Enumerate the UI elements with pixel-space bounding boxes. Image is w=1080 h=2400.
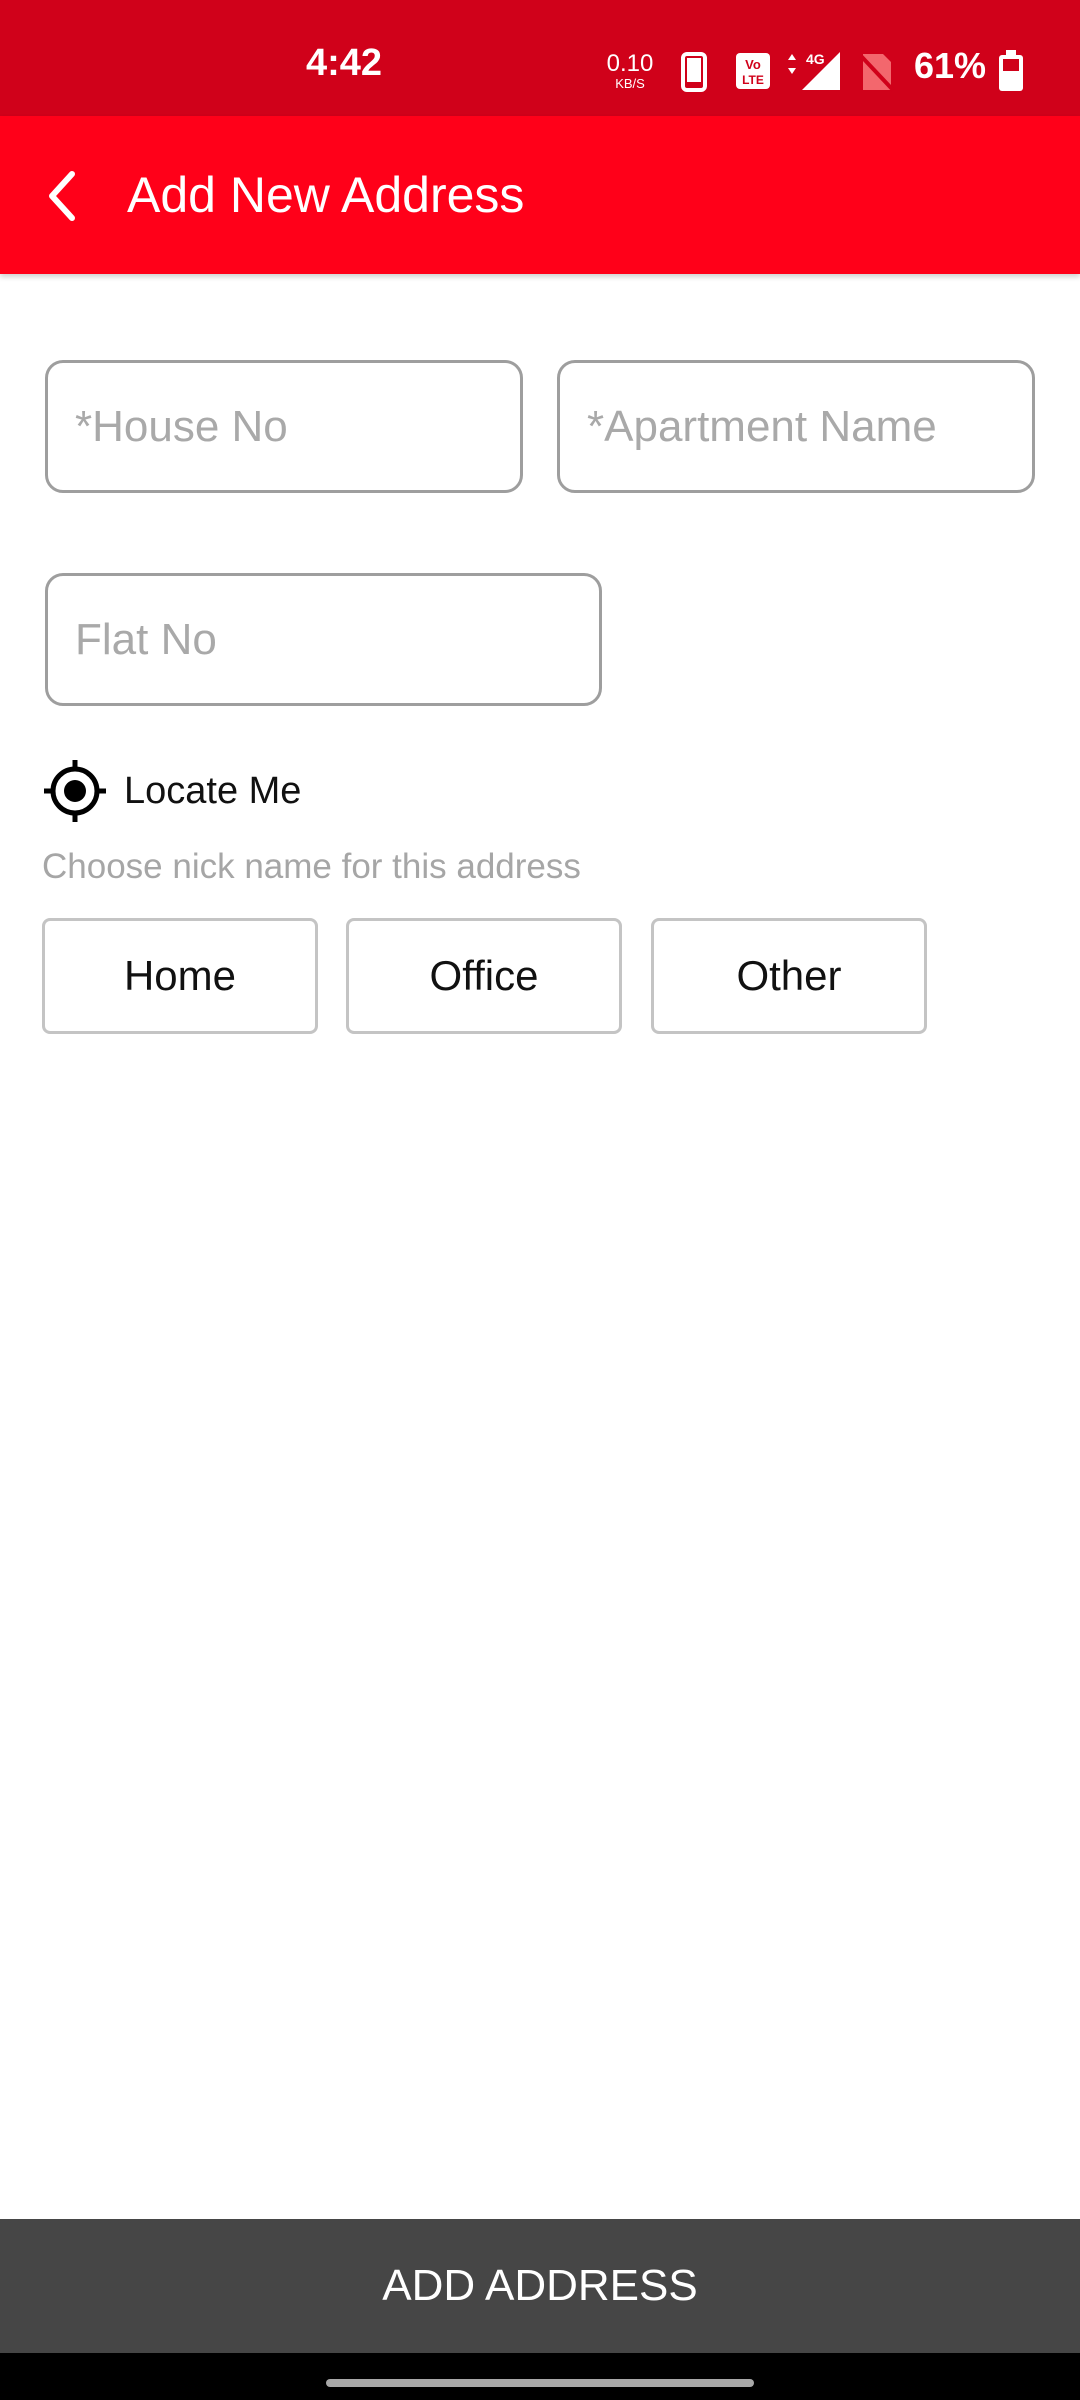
flat-no-input[interactable] xyxy=(75,576,572,703)
network-speed: 0.10 KB/S xyxy=(604,50,656,91)
volte-icon: Vo LTE xyxy=(736,53,770,89)
network-speed-unit: KB/S xyxy=(615,76,645,91)
nickname-option-other[interactable]: Other xyxy=(651,918,927,1034)
apartment-name-input[interactable] xyxy=(587,363,1005,490)
crosshair-icon xyxy=(44,760,106,822)
volte-label-bottom: LTE xyxy=(742,73,764,87)
house-no-field xyxy=(45,360,523,493)
network-speed-value: 0.10 xyxy=(606,50,654,77)
house-no-input[interactable] xyxy=(75,363,493,490)
locate-me-button[interactable]: Locate Me xyxy=(42,758,301,824)
home-gesture-handle[interactable] xyxy=(326,2379,754,2387)
flat-no-field xyxy=(45,573,602,706)
app-bar: Add New Address xyxy=(0,116,1080,274)
phone-icon xyxy=(681,52,707,92)
signal-label: 4G xyxy=(806,51,825,67)
chevron-left-icon xyxy=(49,171,75,221)
status-bar: 4:42 0.10 KB/S Vo LTE 4G 61% xyxy=(0,0,1080,116)
battery-icon xyxy=(999,50,1023,91)
nickname-option-office[interactable]: Office xyxy=(346,918,622,1034)
signal-4g-icon: 4G xyxy=(788,51,840,90)
page-title: Add New Address xyxy=(127,167,525,223)
volte-label-top: Vo xyxy=(745,57,761,72)
locate-me-label: Locate Me xyxy=(124,769,302,812)
system-nav-bar xyxy=(0,2353,1080,2400)
status-time: 4:42 xyxy=(306,42,383,84)
nickname-option-home[interactable]: Home xyxy=(42,918,318,1034)
apartment-name-field xyxy=(557,360,1035,493)
back-button[interactable] xyxy=(26,156,98,236)
battery-percent: 61% xyxy=(914,45,987,86)
nickname-hint: Choose nick name for this address xyxy=(42,847,581,886)
no-sim-icon xyxy=(859,54,895,92)
add-address-button[interactable]: ADD ADDRESS xyxy=(0,2219,1080,2353)
